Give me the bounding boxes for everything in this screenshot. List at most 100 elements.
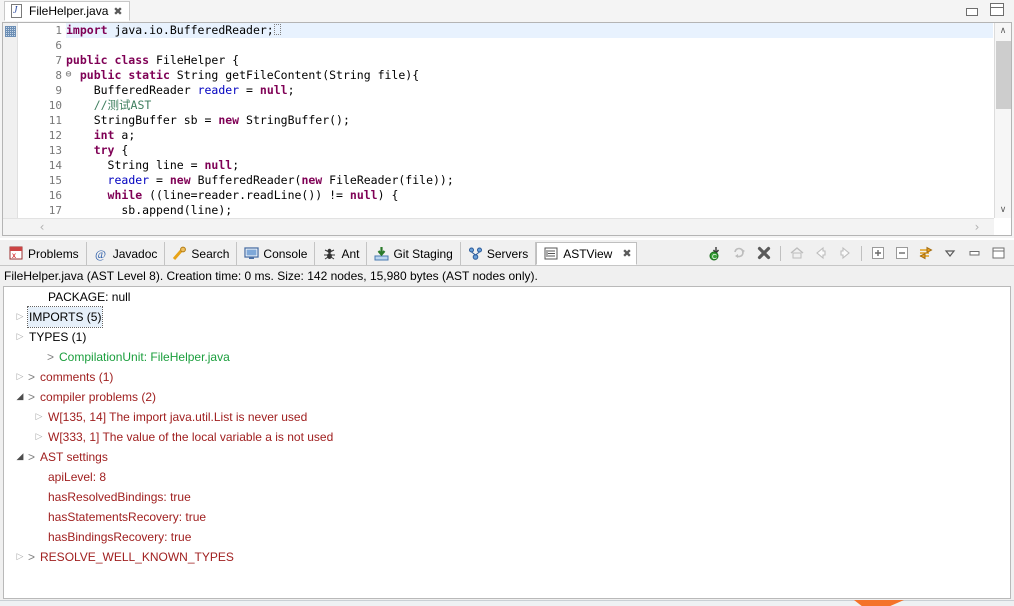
view-tab-bar: x Problems @ Javadoc Search Console Ant Git Sta… (0, 240, 1014, 266)
editor-tab-bar: J FileHelper.java ✖ (0, 0, 1014, 22)
maximize-icon[interactable] (990, 3, 1004, 16)
chevron-right-icon[interactable]: ▷ (31, 407, 47, 427)
tree-row[interactable]: PACKAGE: null (4, 287, 1010, 307)
tree-row[interactable]: ▷ W[333, 1] The value of the local variab… (4, 427, 1010, 447)
link-with-editor-button[interactable]: C (704, 243, 728, 263)
code-token: reader (197, 83, 240, 97)
editor-tab-filehelper[interactable]: J FileHelper.java ✖ (4, 1, 130, 21)
astview-status-line: FileHelper.java (AST Level 8). Creation … (0, 267, 1014, 285)
view-tab-javadoc[interactable]: @ Javadoc (87, 242, 166, 265)
tree-row[interactable]: apiLevel: 8 (4, 467, 1010, 487)
tree-row[interactable]: ▷ W[135, 14] The import java.util.List is… (4, 407, 1010, 427)
code-token: new (169, 173, 198, 187)
java-file-icon: J (10, 4, 24, 18)
code-token: reader (107, 173, 150, 187)
view-tab-label: Git Staging (393, 246, 453, 261)
view-menu-button[interactable] (938, 243, 962, 263)
code-line[interactable]: String line = null; (66, 158, 993, 173)
code-line[interactable]: try { (66, 143, 993, 158)
scroll-right-icon[interactable]: › (968, 219, 986, 235)
code-line[interactable]: BufferedReader reader = null; (66, 83, 993, 98)
code-token: null (204, 158, 233, 172)
chevron-right-icon[interactable]: ▷ (31, 427, 47, 447)
chevron-right-icon[interactable]: ▷ (12, 327, 28, 347)
tree-node-prefix: > (28, 450, 36, 464)
clear-button[interactable] (752, 243, 776, 263)
scroll-down-icon[interactable]: ∨ (995, 202, 1011, 218)
bottom-view-part: x Problems @ Javadoc Search Console Ant Git Sta… (0, 240, 1014, 606)
minimize-icon[interactable] (966, 7, 978, 16)
view-tab-console[interactable]: Console (237, 242, 316, 265)
tree-row[interactable]: hasStatementsRecovery: true (4, 507, 1010, 527)
code-token: null (259, 83, 288, 97)
code-token: import (66, 23, 108, 37)
maximize-button[interactable] (986, 243, 1010, 263)
double-click-action-button[interactable] (914, 243, 938, 263)
view-tab-servers[interactable]: Servers (461, 242, 537, 265)
view-tab-search[interactable]: Search (165, 242, 238, 265)
tree-row[interactable]: ▷ IMPORTS (5) (4, 306, 1010, 328)
line-number: 8 ⊖ (19, 68, 71, 83)
tree-row[interactable]: > CompilationUnit: FileHelper.java (4, 347, 1010, 367)
minimize-button[interactable] (962, 243, 986, 263)
view-tab-problems[interactable]: x Problems (2, 242, 87, 265)
vertical-scrollbar-thumb[interactable] (996, 41, 1011, 109)
code-token: { (114, 143, 129, 157)
editor-text-area[interactable]: import java.io.BufferedReader; public cl… (66, 23, 993, 217)
svg-text:@: @ (95, 247, 106, 261)
tree-row[interactable]: ▷ > comments (1) (4, 367, 1010, 387)
expand-all-button[interactable] (866, 243, 890, 263)
editor-window-controls (966, 3, 1004, 16)
editor-tab-label: FileHelper.java (29, 4, 109, 18)
code-line[interactable]: public class FileHelper { (66, 53, 993, 68)
close-icon[interactable]: ✖ (622, 248, 631, 259)
code-token: sb.append(line); (66, 203, 233, 217)
code-token: FileHelper { (156, 53, 240, 67)
code-line[interactable]: //测试AST (66, 98, 993, 113)
chevron-right-icon[interactable]: ▷ (12, 547, 28, 567)
tree-row[interactable]: ◢ > AST settings (4, 447, 1010, 467)
code-token: new (218, 113, 247, 127)
scroll-left-icon[interactable]: ‹ (33, 219, 51, 235)
tree-row[interactable]: ▷ > RESOLVE_WELL_KNOWN_TYPES (4, 547, 1010, 567)
editor-vertical-scrollbar[interactable]: ∧ ∨ (994, 23, 1011, 218)
editor-marker-bar[interactable] (3, 23, 18, 235)
code-line[interactable]: while ((line=reader.readLine()) != null)… (66, 188, 993, 203)
separator-1 (780, 245, 781, 261)
view-tab-git-staging[interactable]: Git Staging (367, 242, 461, 265)
tree-row[interactable]: ◢ > compiler problems (2) (4, 387, 1010, 407)
tree-row[interactable]: hasResolvedBindings: true (4, 487, 1010, 507)
astview-icon (544, 246, 559, 261)
refresh-ast-button (728, 243, 752, 263)
editor-horizontal-scrollbar[interactable]: ‹ › (3, 218, 994, 235)
code-line[interactable]: import java.io.BufferedReader; (66, 23, 993, 38)
line-number: 12 (48, 129, 62, 142)
scroll-up-icon[interactable]: ∧ (995, 23, 1011, 39)
view-tab-astview[interactable]: ASTView ✖ (536, 242, 637, 265)
collapse-all-button[interactable] (890, 243, 914, 263)
code-token: FileReader(file)); (329, 173, 454, 187)
view-tab-ant[interactable]: Ant (315, 242, 368, 265)
code-line[interactable]: reader = new BufferedReader(new FileRead… (66, 173, 993, 188)
tree-item-label: IMPORTS (5) (26, 306, 104, 328)
code-line[interactable]: public static String getFileContent(Stri… (66, 68, 993, 83)
code-editor[interactable]: 1⊕6 78⊖9 10 11 12 13 14 15 16 17 import java.io.B… (2, 22, 1012, 236)
chevron-right-icon[interactable]: ▷ (12, 307, 28, 327)
tree-row[interactable]: ▷ TYPES (1) (4, 327, 1010, 347)
code-line[interactable]: int a; (66, 128, 993, 143)
tree-row[interactable]: hasBindingsRecovery: true (4, 527, 1010, 547)
code-line[interactable] (66, 38, 993, 53)
code-line[interactable]: StringBuffer sb = new StringBuffer(); (66, 113, 993, 128)
code-token: new (301, 173, 330, 187)
astview-tree[interactable]: PACKAGE: null ▷ IMPORTS (5) ▷ TYPES (1) > Comp… (3, 286, 1011, 599)
chevron-down-icon[interactable]: ◢ (12, 447, 28, 467)
view-tab-label: ASTView (563, 246, 613, 261)
line-number: 11 (48, 114, 62, 127)
close-icon[interactable]: ✖ (113, 6, 122, 17)
chevron-down-icon[interactable]: ◢ (12, 387, 28, 407)
chevron-right-icon[interactable]: ▷ (12, 367, 28, 387)
tree-item-label: RESOLVE_WELL_KNOWN_TYPES (40, 550, 234, 564)
code-line[interactable]: sb.append(line); (66, 203, 993, 217)
